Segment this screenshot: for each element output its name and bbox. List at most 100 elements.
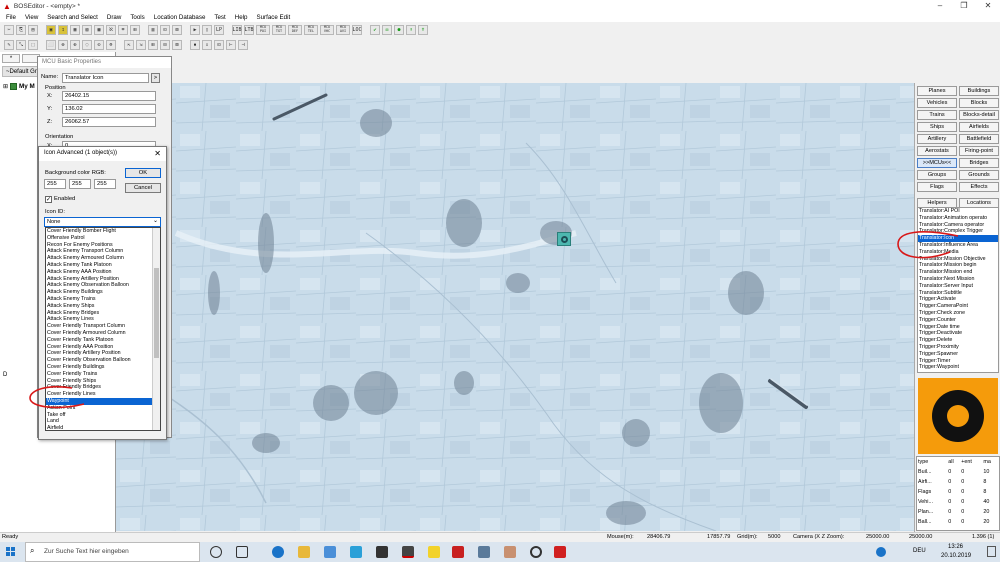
category-button[interactable]: Ships bbox=[917, 122, 957, 132]
list-item[interactable]: Translator:Media bbox=[918, 249, 998, 256]
tree-tab-1[interactable]: * bbox=[2, 54, 20, 63]
toolbar-button[interactable]: ⊢ bbox=[226, 39, 236, 50]
menu-search-select[interactable]: Search and Select bbox=[47, 14, 98, 21]
menu-file[interactable]: File bbox=[6, 14, 16, 21]
list-item[interactable]: Cover Friendly Trains bbox=[46, 371, 152, 378]
toolbar-button[interactable]: ⊗ bbox=[58, 39, 68, 50]
list-item[interactable]: Take off bbox=[46, 412, 152, 419]
position-z-field[interactable]: 26062.57 bbox=[62, 117, 156, 127]
toolbar-button[interactable]: MCU VHC bbox=[320, 24, 334, 35]
scroll-thumb[interactable] bbox=[154, 268, 159, 358]
menu-location-db[interactable]: Location Database bbox=[154, 14, 206, 21]
list-item[interactable]: Land bbox=[46, 418, 152, 425]
list-item[interactable]: Cover Friendly Artillery Position bbox=[46, 350, 152, 357]
list-item[interactable]: Attack Enemy Buildings bbox=[46, 289, 152, 296]
toolbar-button[interactable]: ✔ bbox=[370, 24, 380, 35]
toolbar-button[interactable]: ⎘ bbox=[16, 24, 26, 35]
toolbar-button[interactable]: ▩ bbox=[94, 24, 104, 35]
toolbar-button[interactable]: ⊠ bbox=[172, 39, 182, 50]
list-item[interactable]: Attack Enemy Artillery Position bbox=[46, 276, 152, 283]
menu-test[interactable]: Test bbox=[214, 14, 225, 21]
list-item[interactable]: Trigger:Delete bbox=[918, 337, 998, 344]
toolbar-button[interactable]: ⬚ bbox=[28, 39, 38, 50]
app-icon-4[interactable] bbox=[530, 546, 542, 558]
list-item[interactable]: Translator:Complex Trigger bbox=[918, 228, 998, 235]
menu-draw[interactable]: Draw bbox=[107, 14, 121, 21]
bg-g-field[interactable]: 255 bbox=[69, 179, 91, 189]
toolbar-button[interactable]: ▤ bbox=[28, 24, 38, 35]
toolbar-button[interactable]: ✎ bbox=[4, 39, 14, 50]
app-icon-5[interactable] bbox=[554, 546, 566, 558]
notifications-icon[interactable] bbox=[987, 546, 996, 557]
menu-surface-edit[interactable]: Surface Edit bbox=[256, 14, 290, 21]
bg-r-field[interactable]: 255 bbox=[44, 179, 66, 189]
list-item[interactable]: Trigger:Activate bbox=[918, 296, 998, 303]
position-y-field[interactable]: 136.02 bbox=[62, 104, 156, 114]
list-item[interactable]: Trigger:Check zone bbox=[918, 310, 998, 317]
enabled-checkbox[interactable]: ✓ bbox=[45, 196, 52, 203]
list-scrollbar[interactable] bbox=[152, 228, 160, 430]
list-item[interactable]: Cover Friendly Buildings bbox=[46, 364, 152, 371]
category-button[interactable]: Airfields bbox=[959, 122, 999, 132]
list-item[interactable]: Trigger:Waypoint bbox=[918, 364, 998, 371]
edge-icon[interactable] bbox=[272, 546, 284, 558]
list-item[interactable]: Translator:Mission begin bbox=[918, 262, 998, 269]
list-item[interactable]: Cover Friendly Tank Platoon bbox=[46, 337, 152, 344]
maximize-button[interactable]: ❐ bbox=[952, 0, 976, 12]
category-button[interactable]: Groups bbox=[917, 170, 957, 180]
toolbar-button[interactable]: ⊣ bbox=[238, 39, 248, 50]
list-item[interactable]: Attack Enemy AAA Position bbox=[46, 269, 152, 276]
toolbar-button[interactable]: ⊡ bbox=[214, 39, 224, 50]
list-item[interactable]: Attack Enemy Tank Platoon bbox=[46, 262, 152, 269]
notes-icon[interactable] bbox=[428, 546, 440, 558]
list-item[interactable]: Cover Friendly Lines bbox=[46, 391, 152, 398]
mcu-type-list[interactable]: Translator:AI POI Translator:Animation op… bbox=[917, 207, 999, 373]
list-item[interactable]: Trigger:Spawner bbox=[918, 351, 998, 358]
list-item[interactable]: Translator:Camera operator bbox=[918, 222, 998, 229]
category-button[interactable]: Blocks bbox=[959, 98, 999, 108]
toolbar-button[interactable]: ✂ bbox=[4, 24, 14, 35]
toolbar-button[interactable]: LOC bbox=[352, 24, 362, 35]
table-header[interactable]: type bbox=[917, 457, 947, 467]
language-indicator[interactable]: DEU bbox=[913, 548, 926, 554]
list-item[interactable]: Cover Friendly Ships bbox=[46, 378, 152, 385]
list-item[interactable]: Cover Friendly Armoured Column bbox=[46, 330, 152, 337]
toolbar-button[interactable]: ▪ bbox=[190, 39, 200, 50]
toolbar-button[interactable]: ⊕ bbox=[70, 39, 80, 50]
category-button[interactable]: Buildings bbox=[959, 86, 999, 96]
list-item[interactable]: Cover Friendly Bomber Flight bbox=[46, 228, 152, 235]
toolbar-button[interactable]: LIB bbox=[232, 24, 242, 35]
category-button[interactable]: Effects bbox=[959, 182, 999, 192]
toolbar-button[interactable]: LTB bbox=[244, 24, 254, 35]
icon-options-list[interactable]: Cover Friendly Bomber Flight Offensive Pa… bbox=[45, 227, 161, 431]
list-item[interactable]: Trigger:Timer bbox=[918, 358, 998, 365]
toolbar-button[interactable]: ▣ bbox=[46, 24, 56, 35]
list-item[interactable]: Attack Enemy Bridges bbox=[46, 310, 152, 317]
list-item[interactable]: Translator:Next Mission bbox=[918, 276, 998, 283]
category-button[interactable]: Grounds bbox=[959, 170, 999, 180]
toolbar-button[interactable]: ◌ bbox=[82, 39, 92, 50]
list-item[interactable]: Translator:Icon bbox=[918, 235, 998, 242]
toolbar-button[interactable]: MCU TEL bbox=[304, 24, 318, 35]
list-item[interactable]: Cover Friendly AAA Position bbox=[46, 344, 152, 351]
category-button[interactable]: Firing-point bbox=[959, 146, 999, 156]
toolbar-button[interactable]: ⌗ bbox=[118, 24, 128, 35]
toolbar-button[interactable]: ⬜ bbox=[46, 39, 56, 50]
toolbar-button[interactable]: ↧ bbox=[58, 24, 68, 35]
toolbar-button[interactable]: LP bbox=[214, 24, 224, 35]
app-icon-1[interactable] bbox=[350, 546, 362, 558]
toolbar-button[interactable]: ⊞ bbox=[130, 24, 140, 35]
list-item[interactable]: Cover Friendly Transport Column bbox=[46, 323, 152, 330]
dialog-close-icon[interactable]: ✕ bbox=[154, 150, 161, 158]
list-item[interactable]: Trigger:Counter bbox=[918, 317, 998, 324]
list-item[interactable]: Offensive Patrol bbox=[46, 235, 152, 242]
list-item[interactable]: Translator:Subtitle bbox=[918, 290, 998, 297]
list-item[interactable]: Recon For Enemy Positions bbox=[46, 242, 152, 249]
list-item[interactable]: Cover Friendly Observation Balloon bbox=[46, 357, 152, 364]
table-header[interactable]: all bbox=[947, 457, 960, 467]
list-item[interactable]: Attack Enemy Ships bbox=[46, 303, 152, 310]
toolbar-button[interactable]: ⊚ bbox=[106, 39, 116, 50]
category-button[interactable]: Planes bbox=[917, 86, 957, 96]
tray-icon[interactable] bbox=[876, 547, 886, 557]
list-item[interactable]: Translator:Server Input bbox=[918, 283, 998, 290]
